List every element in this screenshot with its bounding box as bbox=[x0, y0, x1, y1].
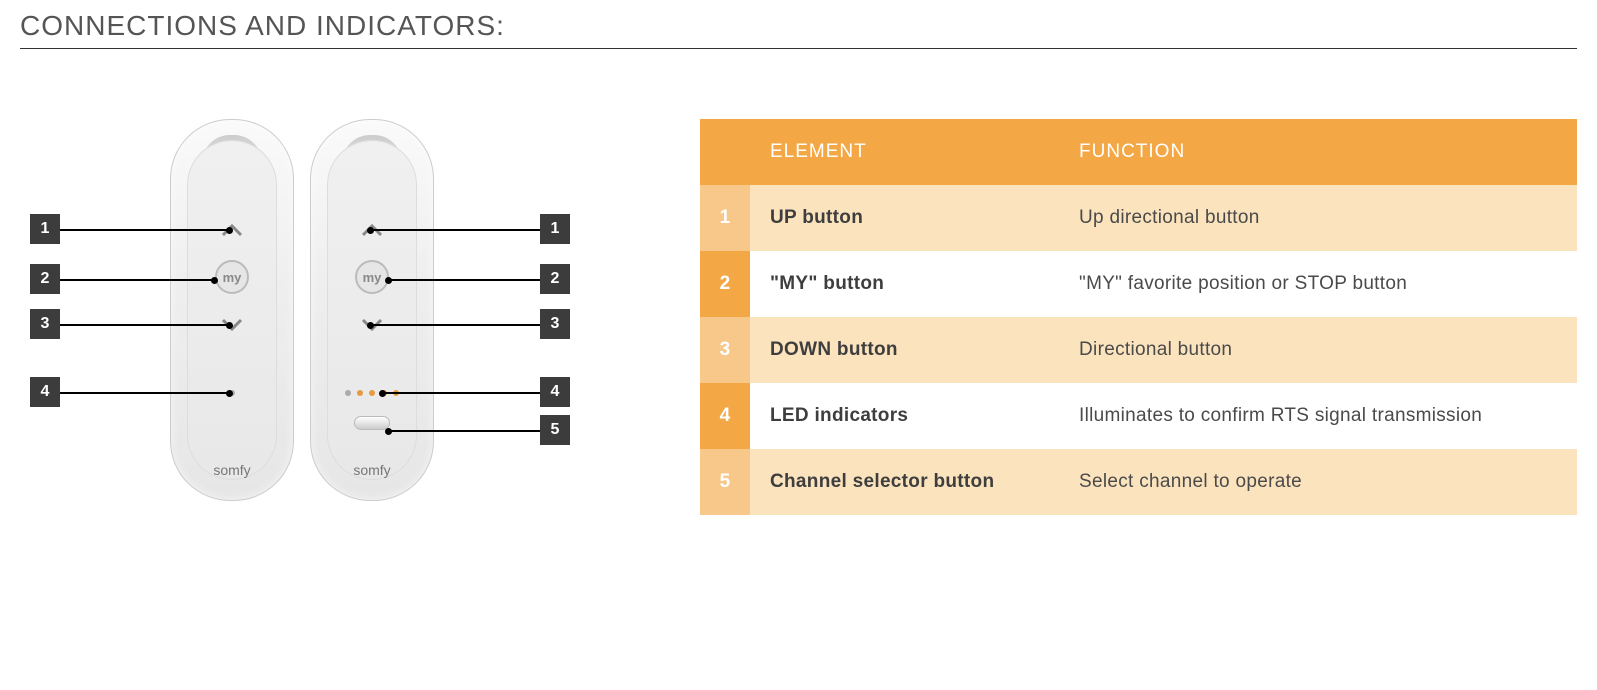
row-element: LED indicators bbox=[750, 383, 1059, 449]
row-element: Channel selector button bbox=[750, 449, 1059, 515]
my-button-icon: my bbox=[355, 260, 389, 294]
channel-selector-icon bbox=[354, 416, 390, 430]
callout-right-1: 1 bbox=[540, 214, 570, 244]
table-row: 2 "MY" button "MY" favorite position or … bbox=[700, 251, 1577, 317]
row-number: 4 bbox=[700, 383, 750, 449]
callout-right-4: 4 bbox=[540, 377, 570, 407]
row-number: 5 bbox=[700, 449, 750, 515]
table-row: 1 UP button Up directional button bbox=[700, 185, 1577, 251]
row-element: "MY" button bbox=[750, 251, 1059, 317]
row-element: DOWN button bbox=[750, 317, 1059, 383]
table-header-element: ELEMENT bbox=[750, 119, 1059, 185]
remote-multi-channel: my somfy bbox=[310, 119, 434, 501]
remote-single-channel: my somfy bbox=[170, 119, 294, 501]
callout-right-2: 2 bbox=[540, 264, 570, 294]
callout-right-3: 3 bbox=[540, 309, 570, 339]
page-title: CONNECTIONS AND INDICATORS: bbox=[20, 10, 1577, 42]
callout-left-2: 2 bbox=[30, 264, 60, 294]
row-function: Illuminates to confirm RTS signal transm… bbox=[1059, 383, 1577, 449]
table-header-function: FUNCTION bbox=[1059, 119, 1577, 185]
brand-logo: somfy bbox=[353, 462, 390, 478]
row-element: UP button bbox=[750, 185, 1059, 251]
table-row: 5 Channel selector button Select channel… bbox=[700, 449, 1577, 515]
table-header-num bbox=[700, 119, 750, 185]
callout-left-1: 1 bbox=[30, 214, 60, 244]
row-number: 1 bbox=[700, 185, 750, 251]
remote-diagram: my somfy my somfy 1 2 3 4 1 bbox=[20, 119, 640, 559]
callout-right-5: 5 bbox=[540, 415, 570, 445]
legend-table: ELEMENT FUNCTION 1 UP button Up directio… bbox=[700, 119, 1577, 515]
brand-logo: somfy bbox=[213, 462, 250, 478]
table-row: 3 DOWN button Directional button bbox=[700, 317, 1577, 383]
row-number: 3 bbox=[700, 317, 750, 383]
row-function: Select channel to operate bbox=[1059, 449, 1577, 515]
table-row: 4 LED indicators Illuminates to confirm … bbox=[700, 383, 1577, 449]
callout-left-4: 4 bbox=[30, 377, 60, 407]
title-divider bbox=[20, 48, 1577, 49]
row-number: 2 bbox=[700, 251, 750, 317]
row-function: Up directional button bbox=[1059, 185, 1577, 251]
callout-left-3: 3 bbox=[30, 309, 60, 339]
row-function: Directional button bbox=[1059, 317, 1577, 383]
row-function: "MY" favorite position or STOP button bbox=[1059, 251, 1577, 317]
my-button-icon: my bbox=[215, 260, 249, 294]
